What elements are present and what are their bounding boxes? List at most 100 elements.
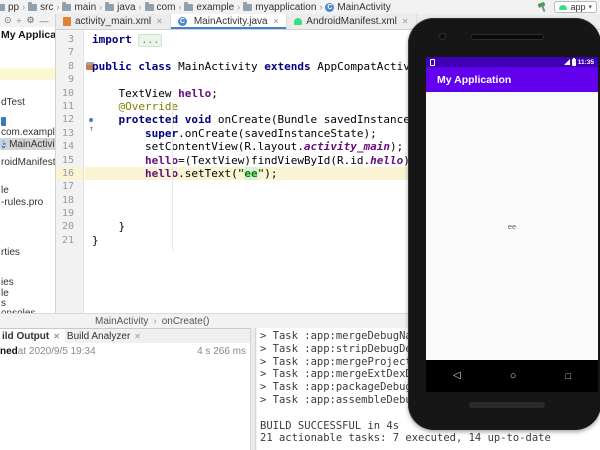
breadcrumb-label: example [196,2,234,13]
tree-row[interactable]: -rules.pro [0,196,56,208]
folder-icon [184,4,193,11]
battery-icon [572,59,576,66]
line-number: 11 [56,100,83,113]
locate-icon[interactable]: ⊙ [4,15,12,26]
breadcrumb-class[interactable]: MainActivity [95,316,148,327]
nav-home-button[interactable]: ○ [510,360,517,392]
code-token: void [185,113,212,126]
breadcrumb-label: myapplication [255,2,316,13]
app-content: ee [426,92,598,360]
emulator-phone: 11:35 My Application ee ◁ ○ □ [408,18,600,430]
emulator-screen[interactable]: 11:35 My Application ee ◁ ○ □ [426,57,598,392]
code-token: ; [211,87,218,100]
code-token: ... [138,34,162,47]
status-clock: 11:35 [578,59,594,66]
build-output-tree-pane[interactable]: ned at 2020/9/5 19:34 4 s 266 ms [0,343,250,450]
tree-row[interactable]: rties [0,246,56,258]
tree-row[interactable]: dTest [0,96,56,108]
editor-tab[interactable]: activity_main.xml✕ [56,14,171,29]
code-token: ); [264,167,277,180]
editor-tab[interactable]: CMainActivity.java✕ [171,14,287,29]
tree-row-label: dTest [1,97,25,108]
app-title: My Application [437,74,511,86]
tool-window-tab-label: ild Output [2,331,49,342]
line-number: 10 [56,87,83,100]
breadcrumb-label: main [74,2,96,13]
line-number: 20 [56,220,83,233]
close-icon[interactable]: ✕ [402,17,409,26]
tree-row[interactable]: CMainActivity [0,138,56,150]
phone-bottom-speaker [469,402,545,408]
code-token: protected [92,113,178,126]
project-panel-toolbar: ⊙ ÷ ⚙ — [0,14,55,27]
line-number: 16 [56,167,83,180]
project-root-label[interactable]: My Application] [0,27,55,41]
code-token: .setText( [178,167,238,180]
android-module-icon [559,5,567,10]
breadcrumb-item[interactable]: java [105,2,135,13]
phone-camera [439,33,446,40]
code-token: hello [145,154,178,167]
line-number: 7 [56,46,83,59]
breadcrumb-item[interactable]: myapplication [243,2,316,13]
breadcrumb-item[interactable]: CMainActivity [325,2,390,13]
android-manifest-icon [294,18,302,25]
collapse-all-icon[interactable]: ÷ [17,16,22,26]
folder-icon-fragment [1,117,6,126]
code-token: @Override [92,100,178,113]
code-token: class [138,60,171,73]
code-token: } [92,220,125,233]
breadcrumb-separator: › [178,2,181,12]
line-number: 19 [56,207,83,220]
gear-icon[interactable]: ⚙ [27,15,35,26]
phone-nav-bar: ◁ ○ □ [426,360,598,392]
breadcrumb-item[interactable]: src [28,2,53,13]
code-token: ); [390,140,403,153]
breadcrumb-item[interactable]: example [184,2,234,13]
run-config-selector[interactable]: app ▾ [554,1,597,13]
build-status-time: at 2020/9/5 19:34 [18,346,96,357]
line-number: 14 [56,140,83,153]
tree-row-label: le [1,185,9,196]
code-token: MainActivity [172,60,265,73]
tool-window-tab[interactable]: ild Output ✕ [0,329,65,343]
tree-row[interactable]: le [0,184,56,196]
close-icon[interactable]: ✕ [53,332,60,341]
tree-row-label: rties [1,247,20,258]
breadcrumb-label: com [157,2,176,13]
build-duration: 4 s 266 ms [197,346,246,357]
hide-panel-icon[interactable]: — [40,16,49,26]
close-icon[interactable]: ✕ [273,17,280,26]
breadcrumb-item[interactable]: com [145,2,176,13]
code-token: hello [178,87,211,100]
close-icon[interactable]: ✕ [156,17,163,26]
top-breadcrumb-bar: pp›src›main›java›com›example›myapplicati… [0,0,600,14]
editor-tab[interactable]: AndroidManifest.xml✕ [287,14,416,29]
tree-row[interactable]: roidManifest.xml [0,156,56,168]
editor-gutter: 3789101112↑131415161718192021 [56,30,84,313]
folder-icon [105,4,114,11]
breadcrumb-label: pp [8,2,19,13]
pane-divider[interactable] [250,328,256,450]
nav-recents-button[interactable]: □ [566,360,571,392]
bottom-panel-tab-bar: ild Output✕Build Analyzer✕ [0,328,250,343]
breadcrumb-item[interactable]: pp [0,2,19,13]
nav-back-button[interactable]: ◁ [453,360,461,392]
breadcrumb[interactable]: pp›src›main›java›com›example›myapplicati… [0,2,392,13]
code-token: ee [244,167,257,180]
editor-tab-label: MainActivity.java [194,16,268,27]
tree-row-label: com.example.myap [1,127,56,138]
code-token: TextView [92,87,178,100]
code-token: hello [370,154,403,167]
tool-window-tab[interactable]: Build Analyzer✕ [65,329,146,343]
tree-row[interactable]: com.example.myap [0,126,56,138]
line-number: 17 [56,180,83,193]
breadcrumb-item[interactable]: main [62,2,96,13]
build-hammer-icon[interactable] [537,1,549,13]
layout-file-icon [63,17,71,26]
breadcrumb-label: MainActivity [337,2,390,13]
tree-row[interactable] [0,68,56,80]
project-panel[interactable]: ⊙ ÷ ⚙ — My Application] dTest com.example… [0,14,56,313]
breadcrumb-method[interactable]: onCreate() [162,316,210,327]
close-icon[interactable]: ✕ [134,332,141,341]
